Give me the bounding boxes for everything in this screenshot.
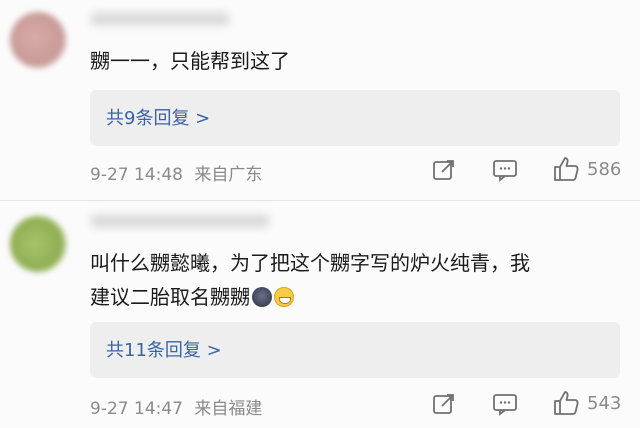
replies-label: 共9条回复 > (106, 108, 211, 129)
like-icon[interactable] (552, 389, 580, 417)
comment-meta: 9-27 14:47 来自福建 (90, 394, 262, 419)
avatar[interactable] (10, 12, 66, 68)
comment-text: 叫什么嬲懿曦，为了把这个嬲字写的炉火纯青，我 建议二胎取名嬲嬲 (90, 246, 530, 314)
avatar[interactable] (10, 216, 66, 272)
comment-date: 9-27 14:48 (90, 165, 183, 185)
like-count: 543 (587, 393, 622, 414)
comment-location: 来自福建 (194, 399, 263, 419)
grin-emoji-icon (274, 287, 294, 307)
share-icon[interactable] (432, 158, 456, 182)
comment-icon[interactable] (492, 392, 518, 416)
comment-text: 嬲一一，只能帮到这了 (90, 49, 290, 73)
comment-item: 叫什么嬲懿曦，为了把这个嬲字写的炉火纯青，我 建议二胎取名嬲嬲 共11条回复 >… (0, 200, 640, 428)
username[interactable] (90, 214, 270, 228)
comment-meta: 9-27 14:48 来自广东 (90, 160, 262, 185)
share-icon[interactable] (432, 392, 456, 416)
comment-item: 嬲一一，只能帮到这了 共9条回复 > 9-27 14:48 来自广东 586 (0, 0, 640, 200)
comment-text-line: 叫什么嬲懿曦，为了把这个嬲字写的炉火纯青，我 (90, 251, 530, 275)
comment-location: 来自广东 (194, 165, 263, 185)
replies-link[interactable]: 共9条回复 > (90, 90, 620, 146)
comment-text-line2: 建议二胎取名嬲嬲 (90, 285, 250, 309)
comment-text-line: 建议二胎取名嬲嬲 (90, 280, 530, 314)
username[interactable] (90, 12, 230, 26)
like-count: 586 (587, 159, 622, 180)
like-icon[interactable] (552, 155, 580, 183)
comment-icon[interactable] (492, 158, 518, 182)
replies-label: 共11条回复 > (106, 340, 222, 361)
comment-date: 9-27 14:47 (90, 399, 183, 419)
replies-link[interactable]: 共11条回复 > (90, 322, 620, 378)
sticker-emoji-icon (252, 287, 272, 307)
